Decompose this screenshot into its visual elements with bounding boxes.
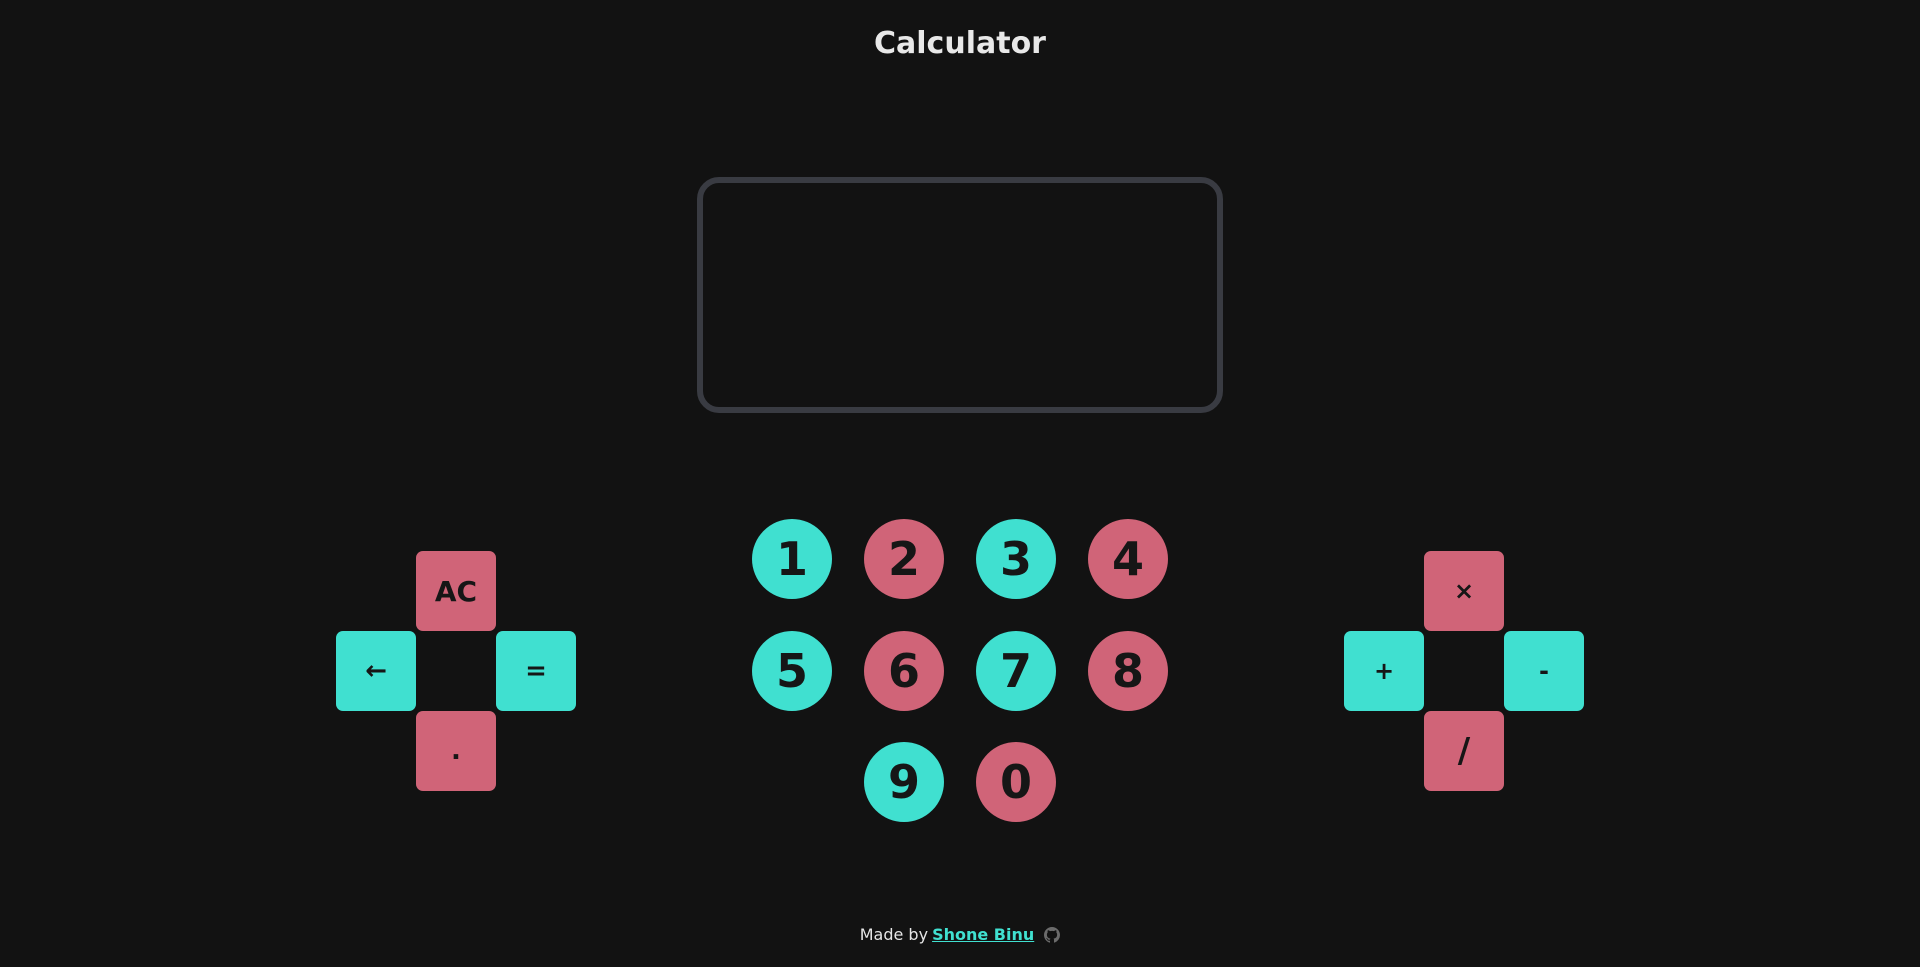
digit-0-button[interactable]: 0 [976, 742, 1056, 822]
digit-5-button[interactable]: 5 [752, 631, 832, 711]
digit-6-button[interactable]: 6 [864, 631, 944, 711]
digit-4-button[interactable]: 4 [1088, 519, 1168, 599]
footer: Made by Shone Binu [0, 925, 1920, 944]
digit-2-button[interactable]: 2 [864, 519, 944, 599]
subtract-button[interactable]: - [1504, 631, 1584, 711]
footer-prefix: Made by [859, 925, 929, 944]
digit-1-button[interactable]: 1 [752, 519, 832, 599]
multiply-button[interactable]: × [1424, 551, 1504, 631]
clear-all-button[interactable]: AC [416, 551, 496, 631]
equals-button[interactable]: = [496, 631, 576, 711]
calculator-page: Calculator AC ← = . 1 2 3 4 5 6 7 8 9 0 … [0, 0, 1920, 967]
add-button[interactable]: + [1344, 631, 1424, 711]
calculator-display [697, 177, 1223, 413]
github-icon[interactable] [1044, 926, 1061, 943]
author-link[interactable]: Shone Binu [932, 925, 1034, 944]
digit-3-button[interactable]: 3 [976, 519, 1056, 599]
digit-9-button[interactable]: 9 [864, 742, 944, 822]
backspace-button[interactable]: ← [336, 631, 416, 711]
page-title: Calculator [874, 26, 1046, 61]
digit-7-button[interactable]: 7 [976, 631, 1056, 711]
digit-8-button[interactable]: 8 [1088, 631, 1168, 711]
divide-button[interactable]: / [1424, 711, 1504, 791]
decimal-point-button[interactable]: . [416, 711, 496, 791]
